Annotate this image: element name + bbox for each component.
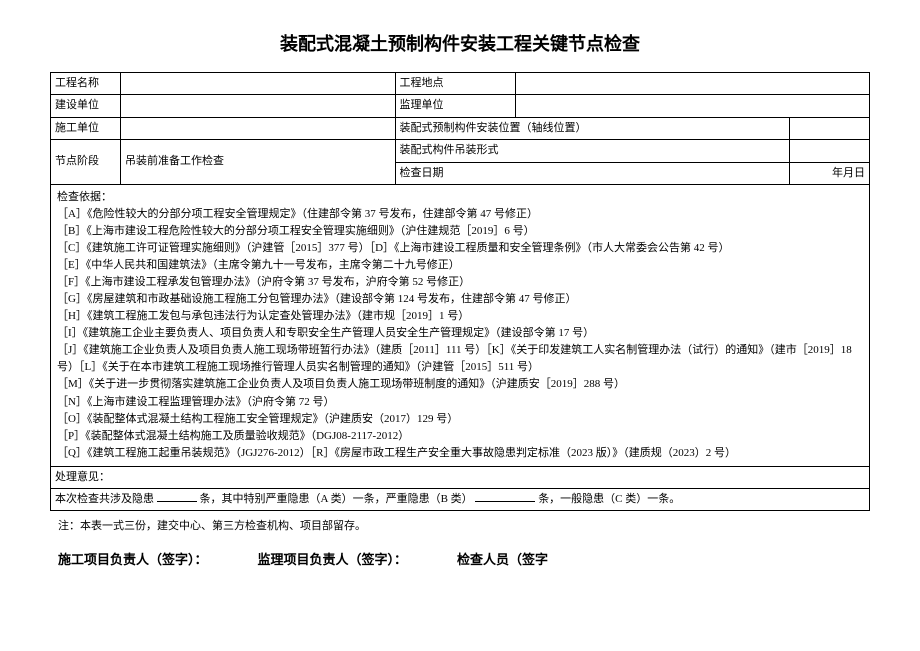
sign-inspector[interactable]: 检查人员（签字: [457, 549, 548, 568]
value-build-unit[interactable]: [121, 95, 396, 117]
label-project-location: 工程地点: [395, 73, 515, 95]
basis-item: ［H］《建筑工程施工发包与承包违法行为认定查处管理办法》（建市规［2019］1 …: [57, 310, 469, 322]
label-stage: 节点阶段: [51, 140, 121, 185]
basis-item: ［I］《建筑施工企业主要负责人、项目负责人和专职安全生产管理人员安全生产管理规定…: [57, 327, 594, 339]
inspection-form: 工程名称 工程地点 建设单位 监理单位 施工单位 装配式预制构件安装位置（轴线位…: [50, 72, 870, 511]
basis-item: ［C］《建筑施工许可证管理实施细则》（沪建管［2015］377 号）［D］《上海…: [57, 242, 730, 254]
basis-item: ［O］《装配整体式混凝土结构工程施工安全管理规定》（沪建质安（2017）129 …: [57, 413, 458, 425]
value-hoist-form[interactable]: [790, 140, 870, 162]
label-supervise-unit: 监理单位: [395, 95, 515, 117]
basis-item: ［E］《中华人民共和国建筑法》（主席令第九十一号发布，主席令第二十九号修正）: [57, 259, 460, 271]
summary-mid: 条，其中特别严重隐患（A 类）一条，严重隐患（B 类）: [200, 493, 473, 505]
value-construct-unit[interactable]: [121, 117, 396, 139]
basis-item: ［J］《建筑施工企业负责人及项目负责人施工现场带班暂行办法》（建质［2011］1…: [57, 344, 852, 373]
summary-blank-b[interactable]: [475, 501, 535, 502]
signature-row: 施工项目负责人（签字）： 监理项目负责人（签字）： 检查人员（签字: [50, 549, 870, 568]
value-install-pos[interactable]: [790, 117, 870, 139]
label-hoist-form: 装配式构件吊装形式: [395, 140, 790, 162]
basis-item: ［A］《危险性较大的分部分项工程安全管理规定》（住建部令第 37 号发布，住建部…: [57, 208, 538, 220]
summary-tail: 条，一般隐患（C 类）一条。: [538, 493, 680, 505]
basis-item: ［G］《房屋建筑和市政基础设施工程施工分包管理办法》（建设部令第 124 号发布…: [57, 293, 576, 305]
basis-item: ［B］《上海市建设工程危险性较大的分部分项工程安全管理实施细则》（沪住建规范［2…: [57, 225, 535, 237]
inspection-basis: 检查依据： ［A］《危险性较大的分部分项工程安全管理规定》（住建部令第 37 号…: [51, 184, 870, 466]
opinion-label: 处理意见：: [51, 466, 870, 488]
label-project-name: 工程名称: [51, 73, 121, 95]
sign-constructor[interactable]: 施工项目负责人（签字）：: [58, 549, 208, 568]
sign-supervisor[interactable]: 监理项目负责人（签字）：: [258, 549, 408, 568]
footnote: 注：本表一式三份，建交中心、第三方检查机构、项目部留存。: [50, 517, 870, 533]
value-stage: 吊装前准备工作检查: [121, 140, 396, 185]
value-supervise-unit[interactable]: [515, 95, 870, 117]
value-project-location[interactable]: [515, 73, 870, 95]
summary-prefix: 本次检查共涉及隐患: [55, 493, 154, 505]
basis-item: ［N］《上海市建设工程监理管理办法》（沪府令第 72 号）: [57, 396, 334, 408]
label-check-date: 检查日期: [395, 162, 790, 184]
summary-blank-total[interactable]: [157, 501, 197, 502]
label-construct-unit: 施工单位: [51, 117, 121, 139]
label-install-pos: 装配式预制构件安装位置（轴线位置）: [395, 117, 790, 139]
basis-item: ［Q］《建筑工程施工起重吊装规范》（JGJ276-2012）［R］《房屋市政工程…: [57, 447, 736, 459]
value-project-name[interactable]: [121, 73, 396, 95]
page-title: 装配式混凝土预制构件安装工程关键节点检查: [50, 30, 870, 56]
basis-item: ［M］《关于进一步贯彻落实建筑施工企业负责人及项目负责人施工现场带班制度的通知》…: [57, 378, 625, 390]
basis-label: 检查依据：: [57, 191, 112, 203]
basis-item: ［F］《上海市建设工程承发包管理办法》（沪府令第 37 号发布，沪府令第 52 …: [57, 276, 470, 288]
value-check-date[interactable]: 年月日: [790, 162, 870, 184]
summary-row: 本次检查共涉及隐患 条，其中特别严重隐患（A 类）一条，严重隐患（B 类） 条，…: [51, 489, 870, 511]
basis-item: ［P］《装配整体式混凝土结构施工及质量验收规范》（DGJ08-2117-2012…: [57, 430, 409, 442]
label-build-unit: 建设单位: [51, 95, 121, 117]
